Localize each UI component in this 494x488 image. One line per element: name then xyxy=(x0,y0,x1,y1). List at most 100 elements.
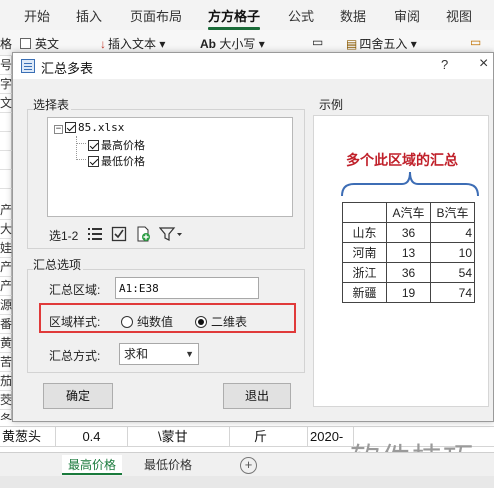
ribbon-tab-fangfang[interactable]: 方方格子 xyxy=(208,6,261,30)
sheet-tree[interactable]: − 85.xlsx 最高价格 最低价格 xyxy=(47,117,293,217)
sheet-name: 最低价格 xyxy=(101,155,145,168)
cell-price[interactable]: 0.4 xyxy=(56,427,128,447)
ok-button[interactable]: 确定 xyxy=(43,383,113,409)
radio-2d-label: 二维表 xyxy=(211,315,248,329)
cell-unit[interactable]: 斤 xyxy=(230,427,308,447)
list-icon[interactable] xyxy=(87,226,103,242)
sheet-checkbox[interactable] xyxy=(88,140,99,151)
cell-fragment xyxy=(0,170,12,189)
radio-numeric[interactable]: 纯数值 xyxy=(121,313,173,330)
case-button[interactable]: Ab 大小写 ▾ xyxy=(200,35,265,52)
ribbon-tab-home[interactable]: 开始 xyxy=(24,6,50,25)
cell-fragment: 黄 xyxy=(0,334,12,353)
value-cell: 13 xyxy=(386,242,431,263)
value-cell: 4 xyxy=(430,222,475,243)
cell-fragment: 番 xyxy=(0,315,12,334)
value-cell: 54 xyxy=(430,262,475,283)
add-sheet-icon[interactable]: + xyxy=(240,457,257,474)
ribbon-fragment: 格 xyxy=(0,37,13,51)
cell-origin[interactable]: \蒙甘 xyxy=(128,427,230,447)
english-checkbox[interactable]: 英文 xyxy=(20,35,59,52)
method-label: 汇总方式: xyxy=(49,349,101,363)
example-heading: 多个此区域的汇总 xyxy=(346,152,458,168)
value-cell: 36 xyxy=(386,222,431,243)
sheet-checkbox[interactable] xyxy=(88,156,99,167)
checkbox-icon xyxy=(20,38,31,49)
table-row: A汽车 B汽车 xyxy=(342,202,475,223)
cell-product[interactable]: 黄葱头 xyxy=(0,427,56,447)
ribbon-tab-page-layout[interactable]: 页面布局 xyxy=(130,6,182,25)
cell-fragment xyxy=(0,151,12,170)
table-row: 新疆 19 74 xyxy=(342,282,475,303)
ribbon-tab-bar: 开始 插入 页面布局 方方格子 公式 数据 审阅 视图 xyxy=(0,0,494,30)
method-value: 求和 xyxy=(124,347,149,361)
exit-button[interactable]: 退出 xyxy=(223,383,291,409)
folder-icon[interactable]: ▭ xyxy=(470,35,481,49)
insert-text-label: 插入文本 xyxy=(108,37,157,51)
options-label: 汇总选项 xyxy=(33,256,84,273)
dialog-titlebar[interactable]: 汇总多表 ? × xyxy=(13,53,493,79)
dialog-title: 汇总多表 xyxy=(41,61,94,76)
cell-fragment: 产 xyxy=(0,258,12,277)
insert-text-icon: ↓ xyxy=(100,37,106,51)
left-column: 号 字 文 产 大 娃 产 产 源 番 黄 苦 茄 茭 冬 xyxy=(0,56,12,429)
radio-icon xyxy=(195,316,207,328)
ribbon-tab-data[interactable]: 数据 xyxy=(340,6,366,25)
tree-file-node[interactable]: − 85.xlsx xyxy=(54,121,124,134)
tree-sheet-node[interactable]: 最高价格 xyxy=(88,137,145,153)
ribbon-tab-view[interactable]: 视图 xyxy=(446,6,472,25)
tree-connector xyxy=(76,136,77,160)
check-all-icon[interactable] xyxy=(111,226,127,242)
ribbon-tab-review[interactable]: 审阅 xyxy=(394,6,420,25)
collapse-icon[interactable]: − xyxy=(54,125,63,134)
selection-toolbar: 选1-2 xyxy=(47,223,293,245)
method-select[interactable]: 求和 ▼ xyxy=(119,343,199,365)
add-sheet-file-icon[interactable] xyxy=(135,226,151,242)
help-button[interactable]: ? xyxy=(441,57,448,72)
cell-fragment: 号 xyxy=(0,56,12,75)
cell-fragment: 苦 xyxy=(0,353,12,372)
header-cell: B汽车 xyxy=(430,202,475,223)
tree-sheet-node[interactable]: 最低价格 xyxy=(88,153,145,169)
cell-fragment: 源 xyxy=(0,296,12,315)
sheet-tab-min-price[interactable]: 最低价格 xyxy=(138,455,198,475)
close-button[interactable]: × xyxy=(479,55,488,73)
value-cell: 10 xyxy=(430,242,475,263)
cell-fragment: 娃 xyxy=(0,239,12,258)
cell-fragment: 茄 xyxy=(0,372,12,391)
select-table-label: 选择表 xyxy=(33,96,72,113)
dialog-app-icon xyxy=(21,59,35,73)
range-input[interactable] xyxy=(115,277,259,299)
table-row: 浙江 36 54 xyxy=(342,262,475,283)
table-row: 河南 13 10 xyxy=(342,242,475,263)
sheet-name: 最高价格 xyxy=(101,139,145,152)
chevron-down-icon: ▼ xyxy=(185,349,194,359)
english-label: 英文 xyxy=(35,37,60,51)
round-button[interactable]: ▤ 四舍五入 ▾ xyxy=(346,35,417,52)
cell-date[interactable]: 2020- xyxy=(308,427,354,447)
cell-fragment: 文 xyxy=(0,94,12,113)
radio-2d-table[interactable]: 二维表 xyxy=(195,313,247,330)
table-row: 山东 36 4 xyxy=(342,222,475,243)
filter-icon[interactable] xyxy=(159,226,183,242)
cell-fragment: 大 xyxy=(0,220,12,239)
sheet-tab-bar: 最高价格 最低价格 + xyxy=(0,452,494,476)
status-bar xyxy=(0,476,494,488)
cell-fragment xyxy=(0,132,12,151)
example-panel: 多个此区域的汇总 A汽车 B汽车 山东 36 4 河南 13 10 浙江 36 xyxy=(313,115,489,407)
insert-text-button[interactable]: ↓ 插入文本 ▾ xyxy=(100,35,165,52)
tree-connector xyxy=(76,159,86,160)
cell-fragment: 产 xyxy=(0,201,12,220)
ribbon-tab-formulas[interactable]: 公式 xyxy=(288,6,314,25)
cell-fragment: 字 xyxy=(0,75,12,94)
header-cell xyxy=(342,202,387,223)
cell-fragment: 产 xyxy=(0,277,12,296)
sheet-tab-max-price[interactable]: 最高价格 xyxy=(62,455,123,475)
radio-numeric-label: 纯数值 xyxy=(137,315,174,329)
file-checkbox[interactable] xyxy=(65,122,76,133)
range-label: 汇总区域: xyxy=(49,283,101,297)
header-cell: A汽车 xyxy=(386,202,431,223)
ribbon-tab-insert[interactable]: 插入 xyxy=(76,6,102,25)
document-icon[interactable]: ▭ xyxy=(312,35,323,49)
region-cell: 浙江 xyxy=(342,262,387,283)
